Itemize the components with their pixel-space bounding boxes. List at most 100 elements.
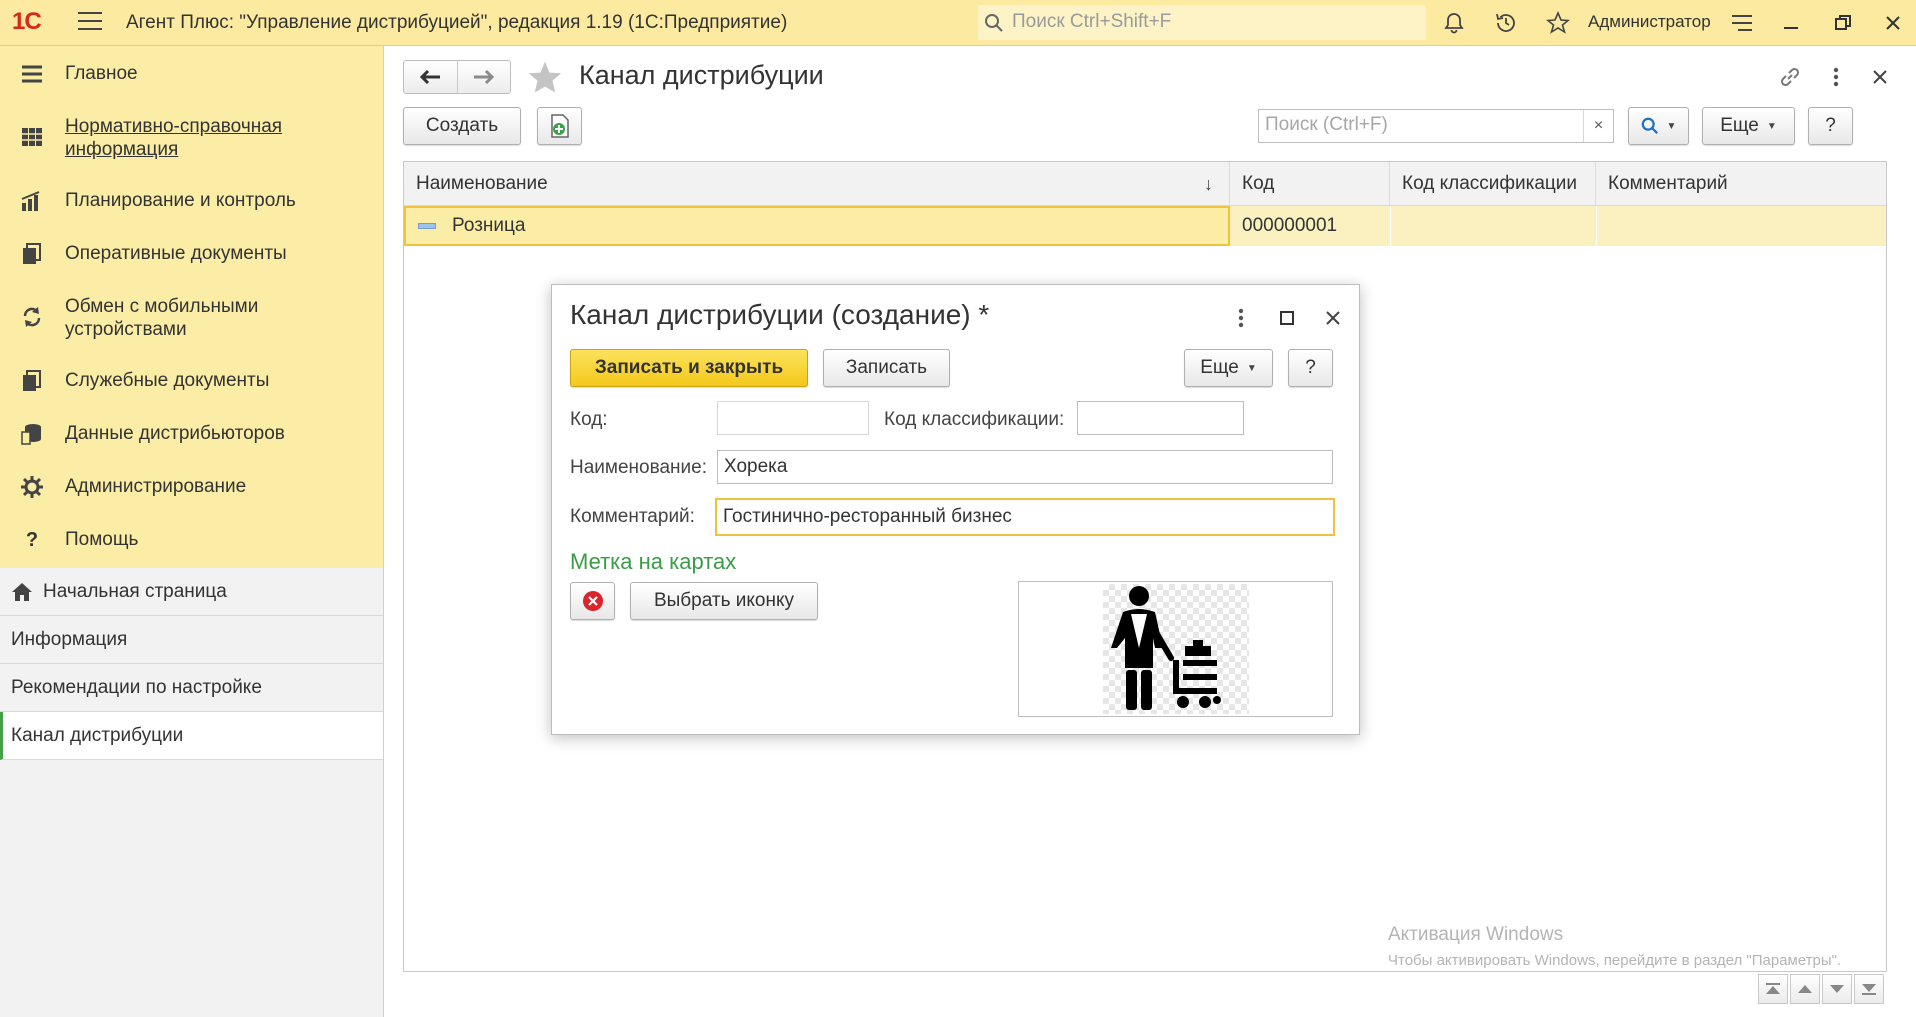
- section-operational-docs[interactable]: Оперативные документы: [0, 230, 383, 283]
- chevron-down-icon: ▼: [1246, 362, 1257, 374]
- documents-icon: [20, 369, 44, 393]
- save-button[interactable]: Записать: [823, 349, 950, 387]
- windows-activation-text: Чтобы активировать Windows, перейдите в …: [1388, 952, 1842, 969]
- link-icon[interactable]: [1775, 62, 1805, 92]
- sort-descending-icon: ↓: [1204, 173, 1213, 194]
- add-copy-icon: [550, 114, 569, 138]
- settings-lines-icon[interactable]: [1728, 9, 1756, 37]
- clear-search-button[interactable]: ×: [1583, 110, 1613, 142]
- help-button[interactable]: ?: [1808, 107, 1853, 145]
- choose-icon-button[interactable]: Выбрать иконку: [630, 582, 818, 620]
- close-window-icon[interactable]: [1878, 8, 1908, 38]
- windows-activation-title: Активация Windows: [1388, 924, 1564, 945]
- open-item-recommendations[interactable]: Рекомендации по настройке: [0, 664, 383, 712]
- bell-icon[interactable]: [1440, 9, 1468, 37]
- map-marker-section-title: Метка на картах: [570, 549, 737, 574]
- more-vertical-icon[interactable]: [1821, 62, 1851, 92]
- open-windows-list: Начальная страница Информация Рекомендац…: [0, 568, 383, 760]
- documents-icon: [20, 242, 44, 266]
- scroll-down-icon[interactable]: [1822, 974, 1852, 1004]
- dialog-more-button[interactable]: Еще ▼: [1184, 349, 1273, 387]
- section-reference-data[interactable]: Нормативно-справочная информация: [0, 103, 383, 177]
- map-marker-preview: [1018, 581, 1333, 717]
- window-title: Агент Плюс: "Управление дистрибуцией", р…: [126, 12, 788, 33]
- name-field[interactable]: Хорека: [717, 450, 1333, 484]
- home-icon: [11, 582, 33, 602]
- open-item-info[interactable]: Информация: [0, 616, 383, 664]
- forward-arrow-icon[interactable]: [458, 61, 511, 93]
- close-dialog-icon[interactable]: [1318, 303, 1348, 333]
- cell-name[interactable]: Розница: [404, 206, 1230, 246]
- sync-icon: [20, 305, 44, 329]
- column-header-comment[interactable]: Комментарий: [1596, 162, 1888, 206]
- maximize-icon[interactable]: [1272, 303, 1302, 333]
- page-title: Канал дистрибуции: [579, 60, 824, 90]
- scroll-top-icon[interactable]: [1758, 974, 1788, 1004]
- gear-icon: [20, 475, 44, 499]
- scroll-up-icon[interactable]: [1790, 974, 1820, 1004]
- restore-icon[interactable]: [1828, 8, 1858, 38]
- section-distributor-data[interactable]: Данные дистрибьюторов: [0, 410, 383, 463]
- grid-icon: [20, 125, 44, 149]
- create-channel-dialog: Канал дистрибуции (создание) * Записать …: [551, 284, 1360, 735]
- title-bar: 1С Агент Плюс: "Управление дистрибуцией"…: [0, 0, 1916, 46]
- list-search-input[interactable]: [1263, 110, 1563, 140]
- code-field[interactable]: [717, 401, 869, 435]
- minimize-icon[interactable]: [1776, 8, 1806, 38]
- class-code-label: Код классификации:: [884, 409, 1065, 430]
- search-icon: [1641, 117, 1658, 134]
- table-row[interactable]: Розница 000000001: [404, 206, 1886, 246]
- chevron-down-icon: ▼: [1766, 120, 1777, 132]
- comment-field[interactable]: Гостинично-ресторанный бизнес: [715, 498, 1335, 536]
- section-planning[interactable]: Планирование и контроль: [0, 177, 383, 230]
- section-help[interactable]: ? Помощь: [0, 516, 383, 569]
- back-arrow-icon[interactable]: [404, 61, 458, 93]
- close-form-icon[interactable]: [1865, 62, 1895, 92]
- dialog-help-button[interactable]: ?: [1288, 349, 1333, 387]
- code-label: Код:: [570, 409, 608, 430]
- cell-code[interactable]: 000000001: [1230, 206, 1390, 246]
- more-vertical-icon[interactable]: [1226, 303, 1256, 333]
- global-search[interactable]: [978, 5, 1426, 40]
- favorite-star-icon[interactable]: [527, 60, 563, 100]
- section-mobile-exchange[interactable]: Обмен с мобильными устройствами: [0, 283, 383, 357]
- global-search-input[interactable]: [1010, 9, 1410, 35]
- cell-class-code[interactable]: [1390, 206, 1596, 246]
- comment-label: Комментарий:: [570, 506, 695, 527]
- section-service-docs[interactable]: Служебные документы: [0, 357, 383, 410]
- menu-lines-icon: [20, 62, 44, 86]
- table-header: Наименование ↓ Код Код классификации Ком…: [404, 162, 1886, 206]
- database-icon: [20, 422, 44, 446]
- name-label: Наименование:: [570, 457, 707, 478]
- search-options-button[interactable]: ▼: [1628, 107, 1689, 145]
- copy-button[interactable]: [537, 107, 582, 145]
- cell-comment[interactable]: [1596, 206, 1888, 246]
- section-main[interactable]: Главное: [0, 50, 383, 103]
- save-and-close-button[interactable]: Записать и закрыть: [570, 349, 808, 387]
- nav-buttons: [403, 60, 511, 94]
- chevron-down-icon: ▼: [1666, 120, 1677, 132]
- dialog-title: Канал дистрибуции (создание) *: [570, 299, 990, 330]
- column-header-name[interactable]: Наименование ↓: [404, 162, 1230, 206]
- favorites-star-icon[interactable]: [1544, 9, 1572, 37]
- current-user[interactable]: Администратор: [1588, 12, 1711, 32]
- sidebar: Главное Нормативно-справочная информация…: [0, 46, 384, 1017]
- main-menu-icon[interactable]: [78, 12, 102, 32]
- clear-icon-button[interactable]: [570, 582, 615, 620]
- help-icon: ?: [25, 528, 39, 551]
- create-button[interactable]: Создать: [403, 107, 521, 145]
- open-item-distribution-channel[interactable]: Канал дистрибуции: [0, 712, 383, 760]
- app-logo: 1С: [12, 8, 42, 35]
- class-code-field[interactable]: [1077, 401, 1244, 435]
- search-icon: [985, 14, 1003, 32]
- open-item-home[interactable]: Начальная страница: [0, 568, 383, 616]
- list-search-field[interactable]: ×: [1258, 109, 1614, 143]
- waiter-with-cart-icon: [1111, 586, 1221, 710]
- item-marker-icon: [418, 223, 436, 229]
- column-header-class-code[interactable]: Код классификации: [1390, 162, 1596, 206]
- more-button[interactable]: Еще ▼: [1702, 107, 1795, 145]
- history-icon[interactable]: [1492, 9, 1520, 37]
- scroll-bottom-icon[interactable]: [1854, 974, 1884, 1004]
- section-administration[interactable]: Администрирование: [0, 463, 383, 516]
- column-header-code[interactable]: Код: [1230, 162, 1390, 206]
